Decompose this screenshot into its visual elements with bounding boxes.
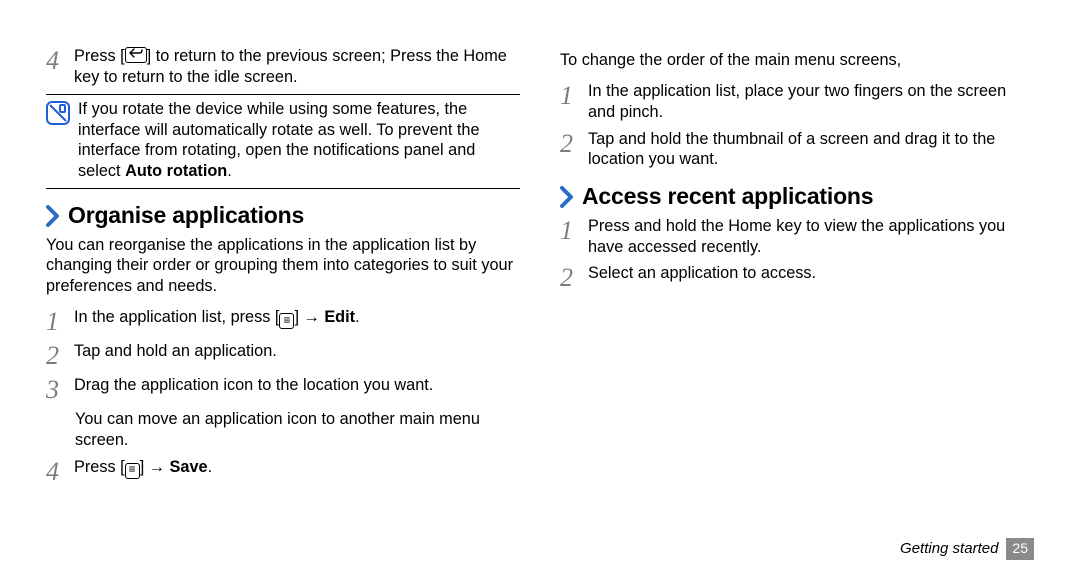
page-footer: Getting started 25 xyxy=(900,538,1034,560)
step-text: Tap and hold the thumbnail of a screen a… xyxy=(588,129,1034,171)
heading-text: Access recent applications xyxy=(582,182,873,211)
step-row: 4 Press [] → Save. xyxy=(46,457,520,485)
step-row: 2 Tap and hold an application. xyxy=(46,341,520,369)
step-number: 2 xyxy=(560,129,588,157)
page-number: 25 xyxy=(1006,538,1034,560)
chevron-right-icon xyxy=(46,205,60,227)
step-row: 3 Drag the application icon to the locat… xyxy=(46,375,520,403)
step-row: 2 Select an application to access. xyxy=(560,263,1034,291)
back-key-icon xyxy=(125,47,147,63)
step-text: Drag the application icon to the locatio… xyxy=(74,375,520,396)
step-row: 2 Tap and hold the thumbnail of a screen… xyxy=(560,129,1034,171)
step-number: 4 xyxy=(46,46,74,74)
heading-text: Organise applications xyxy=(68,201,304,230)
chevron-right-icon xyxy=(560,186,574,208)
footer-section: Getting started xyxy=(900,539,998,558)
step-text: Press [] → Save. xyxy=(74,457,520,479)
step-continuation: You can move an application icon to anot… xyxy=(75,409,520,451)
step-text: In the application list, place your two … xyxy=(588,81,1034,123)
step-number: 2 xyxy=(560,263,588,291)
right-column: To change the order of the main menu scr… xyxy=(540,46,1034,586)
step-row: 1 In the application list, press [] → Ed… xyxy=(46,307,520,335)
heading-recent: Access recent applications xyxy=(560,182,1034,211)
step-number: 1 xyxy=(560,216,588,244)
reorder-intro: To change the order of the main menu scr… xyxy=(560,50,1034,71)
left-column: 4 Press [] to return to the previous scr… xyxy=(46,46,540,586)
menu-key-icon xyxy=(125,463,140,479)
step-row: 1 In the application list, place your tw… xyxy=(560,81,1034,123)
step-text: Press and hold the Home key to view the … xyxy=(588,216,1034,258)
step-number: 3 xyxy=(46,375,74,403)
section-intro: You can reorganise the applications in t… xyxy=(46,235,520,298)
heading-organise: Organise applications xyxy=(46,201,520,230)
note-icon xyxy=(46,101,70,125)
step-number: 4 xyxy=(46,457,74,485)
step-number: 1 xyxy=(560,81,588,109)
step-row: 4 Press [] to return to the previous scr… xyxy=(46,46,520,88)
step-text: In the application list, press [] → Edit… xyxy=(74,307,520,329)
note-text: If you rotate the device while using som… xyxy=(78,99,520,182)
step-text: Press [] to return to the previous scree… xyxy=(74,46,520,88)
note-box: If you rotate the device while using som… xyxy=(46,94,520,189)
step-number: 1 xyxy=(46,307,74,335)
step-text: Tap and hold an application. xyxy=(74,341,520,362)
step-text: Select an application to access. xyxy=(588,263,1034,284)
step-number: 2 xyxy=(46,341,74,369)
step-row: 1 Press and hold the Home key to view th… xyxy=(560,216,1034,258)
manual-page: 4 Press [] to return to the previous scr… xyxy=(0,0,1080,586)
menu-key-icon xyxy=(279,313,294,329)
